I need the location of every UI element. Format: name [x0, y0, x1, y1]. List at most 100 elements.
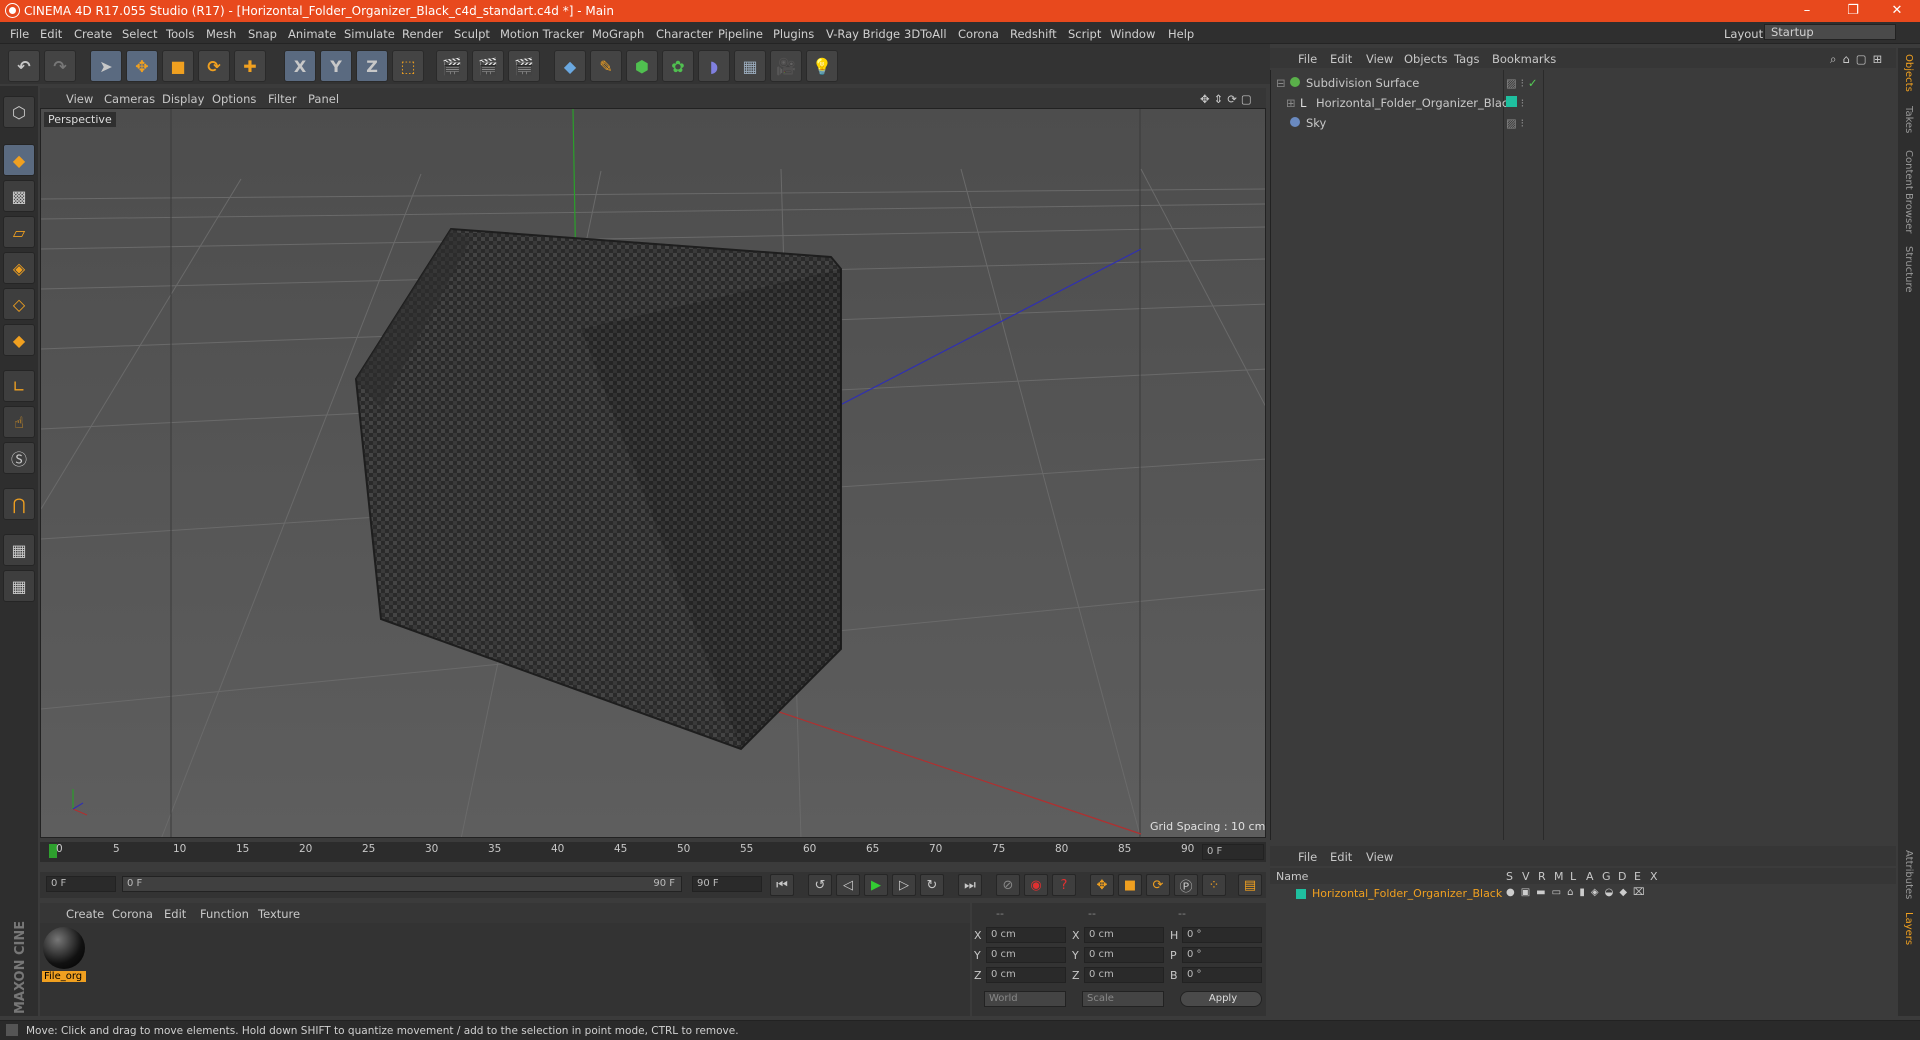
menu-edit[interactable]: Edit: [40, 27, 62, 41]
goto-end-button[interactable]: ⏭: [958, 874, 982, 896]
scale-tool-button[interactable]: ■: [162, 50, 194, 82]
end-frame-field[interactable]: 90 F: [692, 876, 762, 892]
menu-3dtoall[interactable]: 3DToAll: [904, 27, 947, 41]
layer-col-deformers[interactable]: D: [1618, 870, 1626, 883]
menu-script[interactable]: Script: [1068, 27, 1101, 41]
floor-button[interactable]: ▦: [734, 50, 766, 82]
size-y-field[interactable]: 0 cm: [1084, 947, 1164, 963]
rot-b-field[interactable]: 0 °: [1182, 967, 1262, 983]
menu-help[interactable]: Help: [1168, 27, 1194, 41]
transform-tool-button[interactable]: ✚: [234, 50, 266, 82]
planar-workplane-button[interactable]: ▦: [3, 570, 35, 602]
menu-select[interactable]: Select: [122, 27, 157, 41]
close-button[interactable]: ✕: [1874, 0, 1920, 22]
material-menu-create[interactable]: Create: [66, 907, 104, 921]
menu-tools[interactable]: Tools: [166, 27, 194, 41]
side-tab-content-browser[interactable]: Content Browser: [1903, 150, 1914, 233]
timeline-window-button[interactable]: ▤: [1238, 874, 1262, 896]
render-settings-button[interactable]: 🎬: [508, 50, 540, 82]
y-axis-button[interactable]: Y: [320, 50, 352, 82]
pos-z-field[interactable]: 0 cm: [986, 967, 1066, 983]
material-swatch[interactable]: File_org: [42, 927, 86, 987]
menu-file[interactable]: File: [10, 27, 29, 41]
rot-p-field[interactable]: 0 °: [1182, 947, 1262, 963]
layer-col-view[interactable]: V: [1522, 870, 1530, 883]
pos-x-field[interactable]: 0 cm: [986, 927, 1066, 943]
minimize-button[interactable]: –: [1784, 0, 1830, 22]
menu-pipeline[interactable]: Pipeline: [718, 27, 763, 41]
tweak-mode-button[interactable]: ☝: [3, 406, 35, 438]
object-row[interactable]: ⊞ L Horizontal_Folder_Organizer_Black ⁝: [1270, 94, 1896, 112]
layer-row[interactable]: Horizontal_Folder_Organizer_Black ●▣▬▭⌂▮…: [1270, 886, 1896, 902]
record-button[interactable]: ◉: [1024, 874, 1048, 896]
lock-workplane-button[interactable]: ▦: [3, 534, 35, 566]
start-frame-field[interactable]: 0 F: [46, 876, 116, 892]
pos-y-field[interactable]: 0 cm: [986, 947, 1066, 963]
material-menu-corona[interactable]: Corona: [112, 907, 153, 921]
menu-window[interactable]: Window: [1110, 27, 1155, 41]
objects-menu-view[interactable]: View: [1366, 52, 1393, 66]
menu-plugins[interactable]: Plugins: [773, 27, 814, 41]
size-x-field[interactable]: 0 cm: [1084, 927, 1164, 943]
expand-icon[interactable]: ⊟: [1276, 76, 1286, 90]
viewport-menu-view[interactable]: View: [66, 92, 93, 106]
axis-mode-button[interactable]: ∟: [3, 370, 35, 402]
key-param-button[interactable]: Ⓟ: [1174, 874, 1198, 896]
layer-col-manager[interactable]: M: [1554, 870, 1564, 883]
viewport-menu-display[interactable]: Display: [162, 92, 204, 106]
mograph-button[interactable]: ✿: [662, 50, 694, 82]
material-menu-function[interactable]: Function: [200, 907, 249, 921]
objects-menu-objects[interactable]: Objects: [1404, 52, 1447, 66]
deformer-button[interactable]: ◗: [698, 50, 730, 82]
render-picture-viewer-button[interactable]: 🎬: [472, 50, 504, 82]
layout-dropdown[interactable]: Startup: [1764, 24, 1896, 40]
menu-animate[interactable]: Animate: [288, 27, 336, 41]
objects-menu-bookmarks[interactable]: Bookmarks: [1492, 52, 1556, 66]
menu-simulate[interactable]: Simulate: [344, 27, 395, 41]
layers-menu-view[interactable]: View: [1366, 850, 1393, 864]
redo-button[interactable]: ↷: [44, 50, 76, 82]
objects-menu-tags[interactable]: Tags: [1454, 52, 1479, 66]
key-move-button[interactable]: ✥: [1090, 874, 1114, 896]
menu-render[interactable]: Render: [402, 27, 443, 41]
key-rotate-button[interactable]: ⟳: [1146, 874, 1170, 896]
camera-button[interactable]: 🎥: [770, 50, 802, 82]
layer-col-generators[interactable]: G: [1602, 870, 1611, 883]
menu-redshift[interactable]: Redshift: [1010, 27, 1057, 41]
model-mode-button[interactable]: ◆: [3, 144, 35, 176]
side-tab-layers[interactable]: Layers: [1903, 912, 1914, 945]
layer-col-expressions[interactable]: E: [1634, 870, 1641, 883]
next-key-button[interactable]: ↻: [920, 874, 944, 896]
layers-menu-file[interactable]: File: [1298, 850, 1317, 864]
menu-corona[interactable]: Corona: [958, 27, 999, 41]
viewport-menu-panel[interactable]: Panel: [308, 92, 339, 106]
magnet-button[interactable]: ⋂: [3, 488, 35, 520]
side-tab-objects[interactable]: Objects: [1903, 54, 1914, 92]
autokey-button[interactable]: ?: [1052, 874, 1076, 896]
rotate-tool-button[interactable]: ⟳: [198, 50, 230, 82]
make-editable-button[interactable]: ⬡: [3, 96, 35, 128]
viewport-menu-filter[interactable]: Filter: [268, 92, 296, 106]
prev-key-button[interactable]: ↺: [808, 874, 832, 896]
menu-character[interactable]: Character: [656, 27, 713, 41]
side-tab-structure[interactable]: Structure: [1903, 246, 1914, 293]
coord-mode-dropdown[interactable]: Scale: [1082, 991, 1164, 1007]
menu-sculpt[interactable]: Sculpt: [454, 27, 490, 41]
z-axis-button[interactable]: Z: [356, 50, 388, 82]
viewport-menu-cameras[interactable]: Cameras: [104, 92, 155, 106]
key-pla-button[interactable]: ⁘: [1202, 874, 1226, 896]
record-off-button[interactable]: ⊘: [996, 874, 1020, 896]
select-tool-button[interactable]: ➤: [90, 50, 122, 82]
layer-col-xref[interactable]: X: [1650, 870, 1658, 883]
objects-menu-file[interactable]: File: [1298, 52, 1317, 66]
layer-col-locked[interactable]: L: [1570, 870, 1576, 883]
undo-button[interactable]: ↶: [8, 50, 40, 82]
visibility-dots[interactable]: ⁝: [1506, 96, 1524, 110]
layer-col-solo[interactable]: S: [1506, 870, 1513, 883]
coordinate-system-button[interactable]: ⬚: [392, 50, 424, 82]
menu-motion-tracker[interactable]: Motion Tracker: [500, 27, 584, 41]
prev-frame-button[interactable]: ◁: [836, 874, 860, 896]
material-menu-texture[interactable]: Texture: [258, 907, 300, 921]
timeline-ruler[interactable]: 0 5 10 15 20 25 30 35 40 45 50 55 60 65 …: [40, 842, 1266, 862]
objects-menu-edit[interactable]: Edit: [1330, 52, 1352, 66]
